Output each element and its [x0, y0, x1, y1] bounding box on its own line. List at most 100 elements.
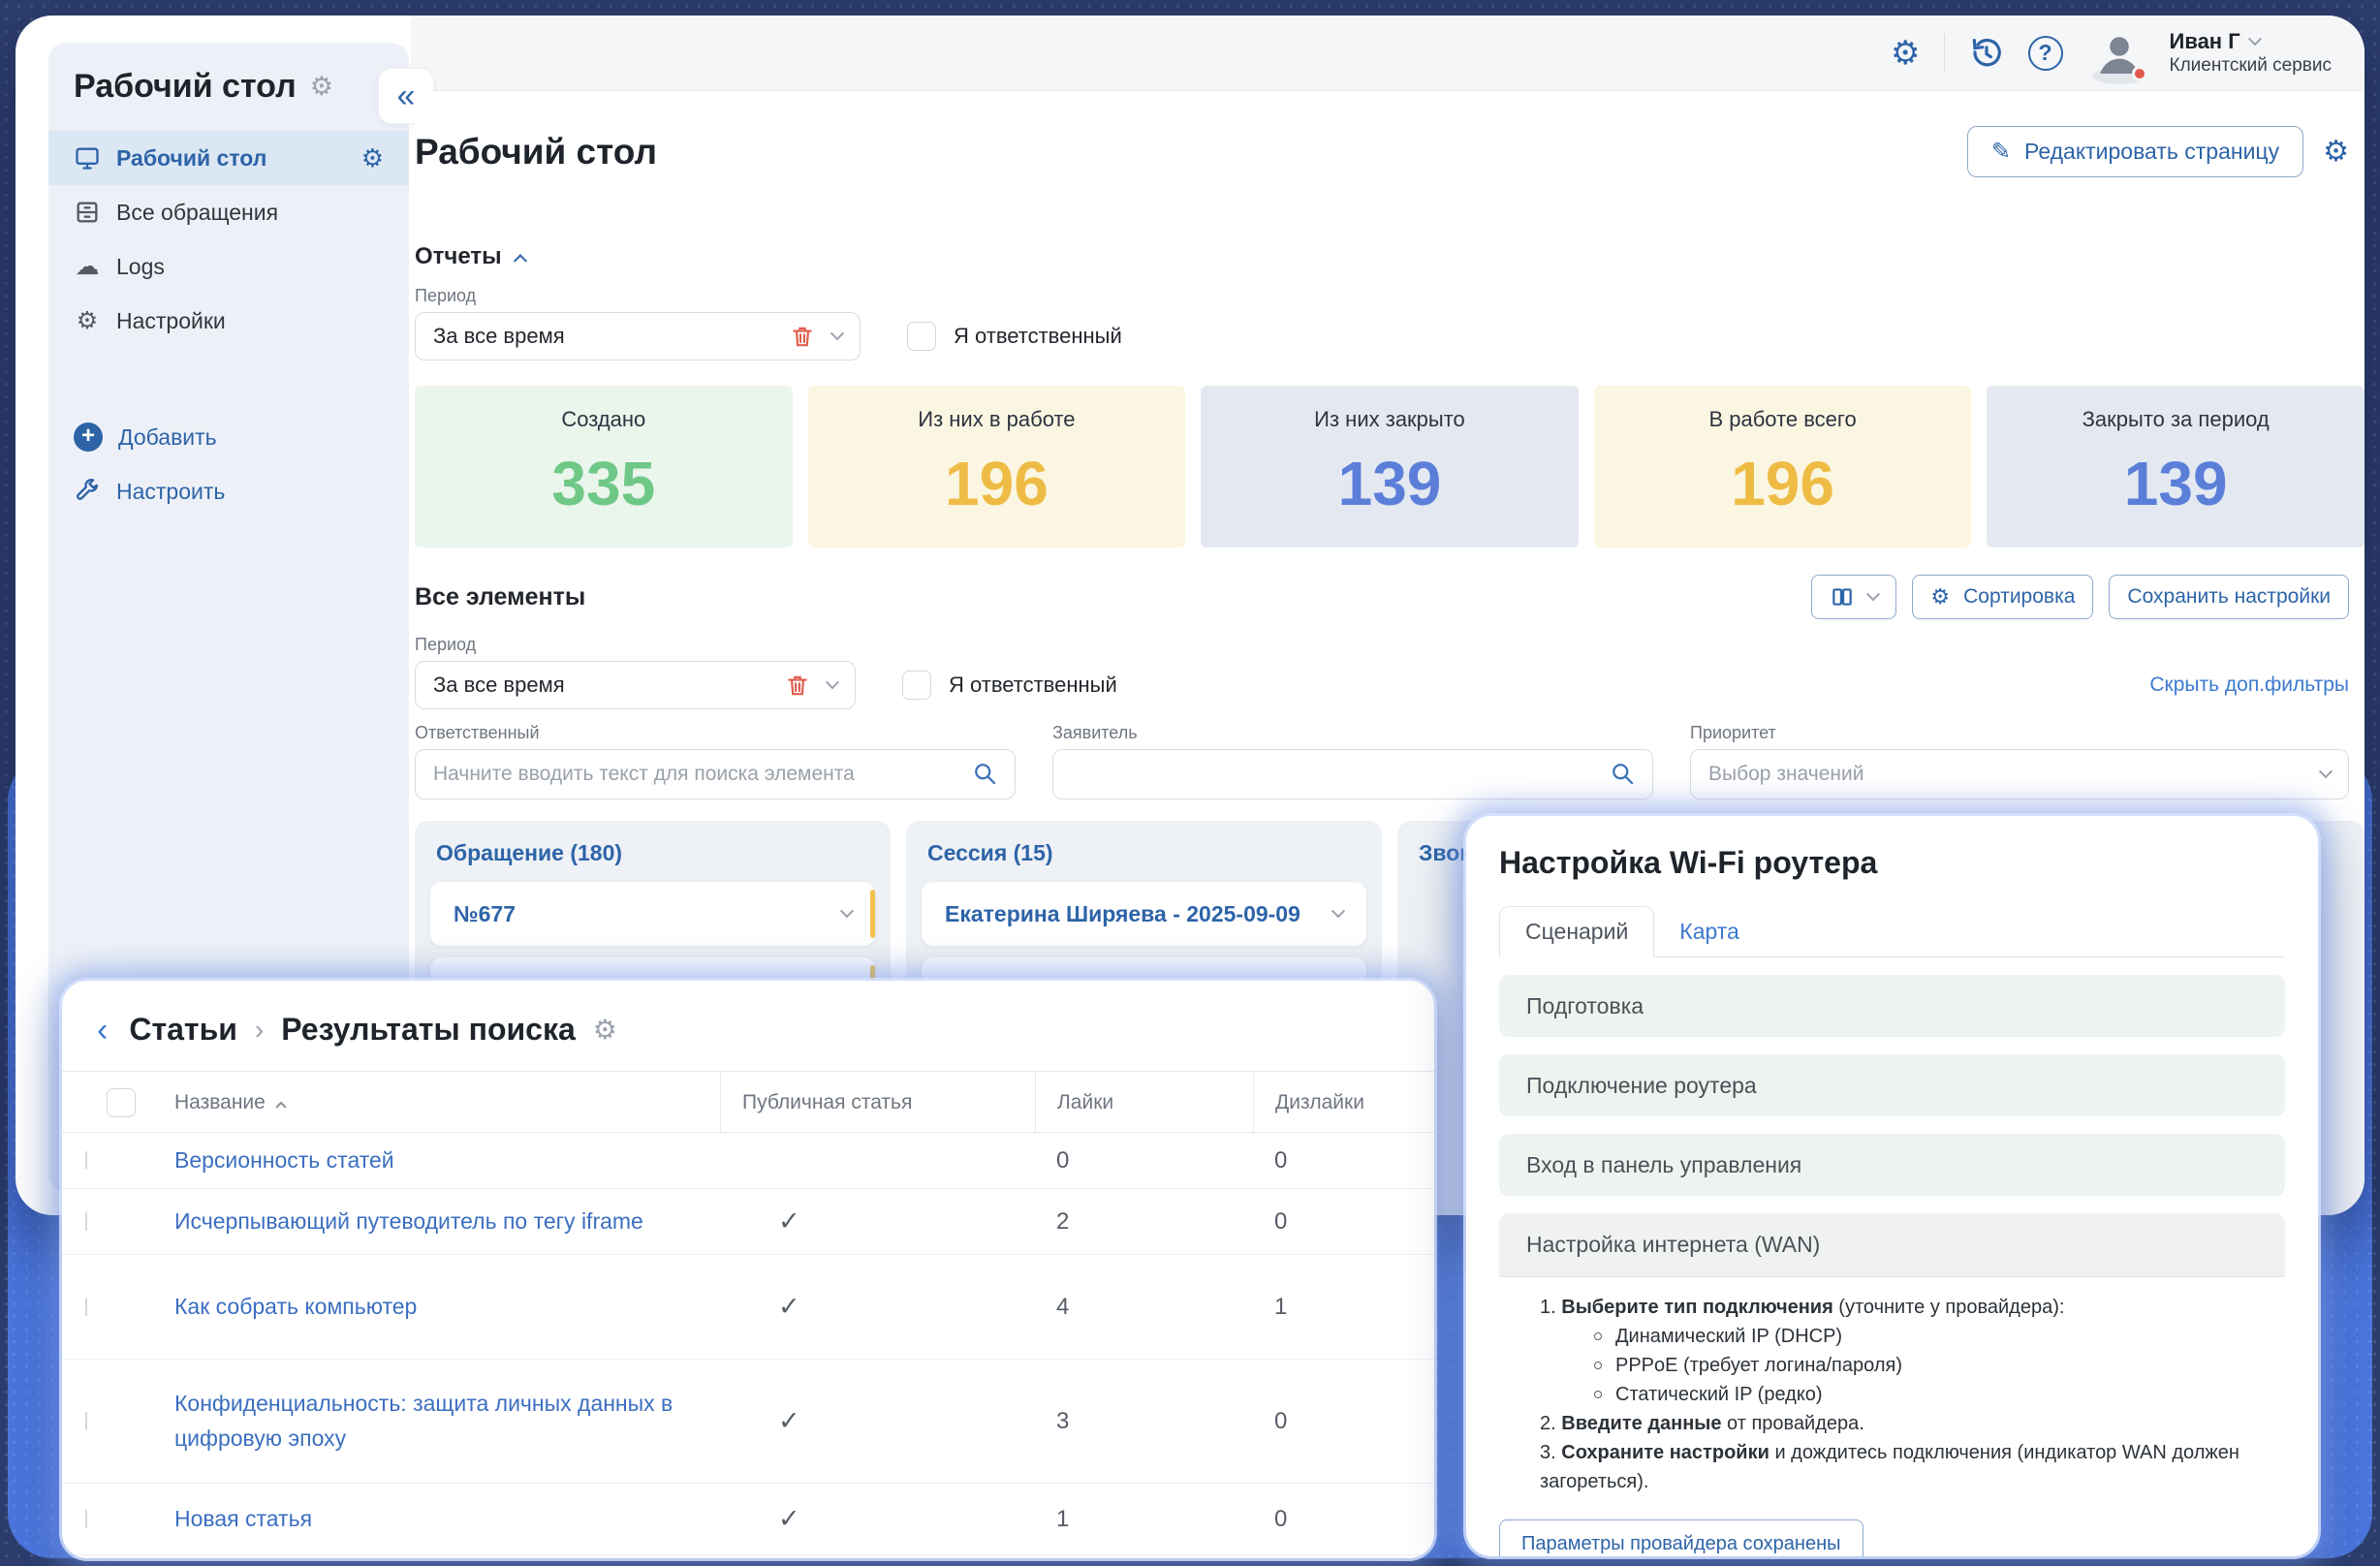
article-link[interactable]: Как собрать компьютер [153, 1280, 720, 1334]
column-header-likes[interactable]: Лайки [1035, 1072, 1253, 1134]
help-icon[interactable]: ? [2028, 36, 2063, 71]
reports-section-toggle[interactable]: Отчеты [415, 243, 2364, 270]
search-icon[interactable] [1610, 761, 1636, 787]
stat-label: В работе всего [1708, 407, 1856, 432]
page-gear-icon[interactable]: ⚙ [2323, 135, 2349, 169]
view-mode-button[interactable] [1811, 575, 1896, 619]
archive-icon [74, 199, 101, 226]
column-header-title[interactable]: Название [153, 1072, 720, 1134]
accordion-preparation[interactable]: Подготовка [1499, 975, 2285, 1037]
sidebar-item-all-tickets[interactable]: Все обращения [48, 185, 409, 239]
reports-section-label: Отчеты [415, 243, 502, 270]
stat-label: Из них закрыто [1314, 407, 1465, 432]
table-header-row: Название Публичная статья Лайки Дизлайки [62, 1071, 1434, 1133]
tab-map[interactable]: Карта [1654, 907, 1765, 956]
row-checkbox[interactable] [85, 1510, 87, 1528]
sidebar-menu: Рабочий стол ⚙ Все обращения ☁ Logs ⚙ На… [48, 131, 409, 348]
breadcrumb-root[interactable]: Статьи [129, 1012, 237, 1048]
kanban-card[interactable]: №677 [430, 882, 875, 946]
column-header-public[interactable]: Публичная статья [720, 1072, 1035, 1134]
wifi-tabs: Сценарий Карта [1499, 906, 2285, 957]
provider-saved-button[interactable]: Параметры провайдера сохранены [1499, 1519, 1863, 1556]
history-icon[interactable] [1968, 35, 2005, 72]
configure-button[interactable]: Настроить [48, 464, 409, 518]
accordion-router-connection[interactable]: Подключение роутера [1499, 1054, 2285, 1116]
configure-label: Настроить [116, 479, 225, 505]
chevron-down-icon [2248, 32, 2262, 46]
articles-gear-icon[interactable]: ⚙ [593, 1014, 617, 1046]
responsible-checkbox[interactable] [907, 322, 936, 351]
priority-filter: Приоритет Выбор значений [1690, 723, 2349, 799]
kanban-card[interactable]: Екатерина Ширяева - 2025-09-09 [922, 882, 1366, 946]
step-rest: от провайдера. [1722, 1413, 1864, 1434]
sidebar-item-gear-icon[interactable]: ⚙ [361, 143, 384, 173]
user-block[interactable]: Иван Г Клиентский сервис [2170, 28, 2332, 78]
desktop-background: ⚙ ? Иван Г Клиентский сервис [0, 0, 2380, 1566]
accordion-wan-header[interactable]: Настройка интернета (WAN) [1499, 1213, 2285, 1277]
save-settings-button[interactable]: Сохранить настройки [2109, 575, 2349, 619]
dislikes-value: 1 [1253, 1294, 1434, 1321]
priority-filter-label: Приоритет [1690, 723, 2349, 743]
article-link[interactable]: Конфиденциальность: защита личных данных… [153, 1377, 720, 1465]
responsible-filter: Ответственный [415, 723, 1016, 799]
responsible-checkbox-2[interactable] [902, 671, 931, 700]
user-avatar[interactable] [2092, 26, 2146, 80]
period-select[interactable]: За все время [415, 312, 861, 360]
table-row: Новая статья ✓ 1 0 [62, 1484, 1434, 1555]
stat-card-closed-period: Закрыто за период 139 [1987, 386, 2364, 548]
row-checkbox[interactable] [85, 1412, 87, 1430]
priority-placeholder: Выбор значений [1708, 763, 1863, 786]
sidebar-item-desktop[interactable]: Рабочий стол ⚙ [48, 131, 409, 185]
add-button[interactable]: + Добавить [48, 410, 409, 464]
kanban-card-label: Екатерина Ширяева - 2025-09-09 [945, 901, 1300, 927]
chevron-up-icon [514, 254, 527, 267]
stat-label: Создано [561, 407, 645, 432]
wan-step: 2. Введите данные от провайдера. [1540, 1409, 2275, 1438]
row-checkbox[interactable] [85, 1212, 87, 1231]
sidebar-item-logs[interactable]: ☁ Logs [48, 239, 409, 294]
article-link[interactable]: Новая статья [153, 1492, 720, 1547]
stat-card-total-in-progress: В работе всего 196 [1594, 386, 1972, 548]
topbar: ⚙ ? Иван Г Клиентский сервис [411, 16, 2364, 91]
period-select-2[interactable]: За все время [415, 661, 856, 709]
edit-page-button[interactable]: ✎ Редактировать страницу [1967, 126, 2303, 177]
article-link[interactable]: Исчерпывающий путеводитель по тегу ifram… [153, 1195, 720, 1249]
tab-scenario[interactable]: Сценарий [1499, 906, 1654, 957]
search-icon[interactable] [972, 761, 998, 787]
select-all-checkbox[interactable] [107, 1088, 136, 1117]
row-checkbox[interactable] [85, 1298, 87, 1316]
priority-filter-select[interactable]: Выбор значений [1690, 749, 2349, 799]
applicant-filter-input[interactable] [1052, 749, 1653, 799]
responsible-checkbox-label: Я ответственный [954, 324, 1122, 349]
sidebar-item-label: Настройки [116, 308, 226, 334]
applicant-filter-label: Заявитель [1052, 723, 1653, 743]
row-checkbox[interactable] [85, 1151, 87, 1170]
column-header-dislikes[interactable]: Дизлайки [1253, 1072, 1434, 1134]
sidebar-item-settings[interactable]: ⚙ Настройки [48, 294, 409, 348]
stat-value: 196 [945, 448, 1049, 519]
page-title: Рабочий стол [415, 132, 657, 172]
stat-label: Из них в работе [918, 407, 1075, 432]
trash-icon[interactable] [785, 673, 810, 698]
trash-icon[interactable] [790, 324, 815, 349]
wifi-article-title: Настройка Wi-Fi роутера [1499, 845, 2285, 881]
step-bold: Выберите тип подключения [1561, 1297, 1833, 1318]
article-link[interactable]: Версионность статей [153, 1134, 720, 1188]
stat-value: 335 [551, 448, 655, 519]
sidebar-title-gear-icon[interactable]: ⚙ [310, 72, 333, 102]
settings-gear-icon[interactable]: ⚙ [1891, 37, 1920, 70]
table-row: Версионность статей 0 0 [62, 1133, 1434, 1189]
step-number: 3. [1540, 1442, 1556, 1463]
responsible-filter-input[interactable] [415, 749, 1016, 799]
topbar-divider [1944, 34, 1945, 73]
sort-button[interactable]: ⚙ Сортировка [1912, 575, 2093, 619]
sidebar-header: Рабочий стол ⚙ [48, 68, 409, 131]
hide-filters-link[interactable]: Скрыть доп.фильтры [2149, 673, 2349, 697]
wan-step: 3. Сохраните настройки и дождитесь подкл… [1540, 1438, 2275, 1496]
breadcrumb-separator-icon: › [255, 1015, 264, 1046]
back-chevron-icon[interactable]: ‹ [97, 1014, 108, 1047]
bullet-ring-icon [1594, 1391, 1602, 1398]
accordion-panel-login[interactable]: Вход в панель управления [1499, 1134, 2285, 1196]
responsible-filter-label: Ответственный [415, 723, 1016, 743]
wan-step: 1. Выберите тип подключения (уточните у … [1540, 1293, 2275, 1322]
